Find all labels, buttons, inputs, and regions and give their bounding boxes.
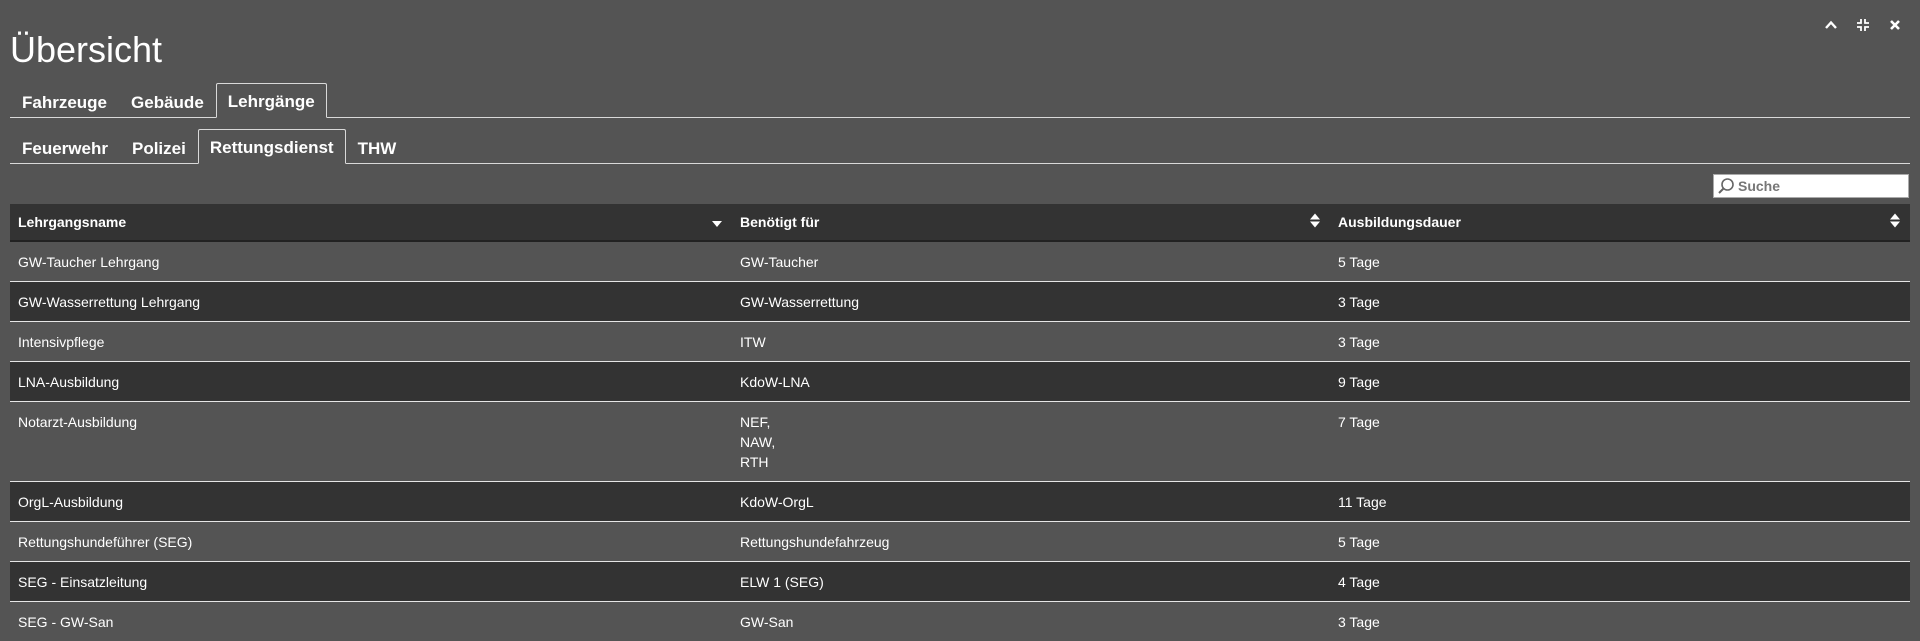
cell-name: LNA-Ausbildung [10,362,732,402]
courses-table: Lehrgangsname Benötigt für Ausbildungsda… [10,204,1910,641]
table-row: LNA-Ausbildung KdoW-LNA 9 Tage [10,362,1910,402]
cell-name: GW-Wasserrettung Lehrgang [10,282,732,322]
cell-name: Intensivpflege [10,322,732,362]
cell-duration: 3 Tage [1330,282,1910,322]
cell-name: GW-Taucher Lehrgang [10,241,732,282]
cell-needed-for: NEF, NAW, RTH [732,402,1330,482]
table-row: GW-Taucher Lehrgang GW-Taucher 5 Tage [10,241,1910,282]
cell-duration: 4 Tage [1330,562,1910,602]
search-box [1713,174,1909,198]
cell-needed-for: GW-Taucher [732,241,1330,282]
table-header-row: Lehrgangsname Benötigt für Ausbildungsda… [10,204,1910,241]
sort-desc-icon [712,214,722,230]
search-icon [1717,177,1735,195]
table-row: Rettungshundeführer (SEG) Rettungshundef… [10,522,1910,562]
tab-rettungsdienst[interactable]: Rettungsdienst [198,129,346,164]
table-row: Notarzt-Ausbildung NEF, NAW, RTH 7 Tage [10,402,1910,482]
cell-needed-for: Rettungshundefahrzeug [732,522,1330,562]
table-row: Intensivpflege ITW 3 Tage [10,322,1910,362]
tab-fahrzeuge[interactable]: Fahrzeuge [10,85,119,118]
page-title: Übersicht [10,28,162,72]
sub-tabs: Feuerwehr Polizei Rettungsdienst THW [10,128,1910,164]
cell-needed-for: ITW [732,322,1330,362]
needed-for-item: RTH [740,452,1322,472]
cell-duration: 3 Tage [1330,602,1910,641]
cell-needed-for: GW-Wasserrettung [732,282,1330,322]
header-label: Ausbildungsdauer [1338,214,1461,230]
cell-name: Rettungshundeführer (SEG) [10,522,732,562]
sort-both-icon [1890,214,1900,231]
column-header-ausbildungsdauer[interactable]: Ausbildungsdauer [1330,204,1910,241]
table-row: OrgL-Ausbildung KdoW-OrgL 11 Tage [10,482,1910,522]
sort-both-icon [1310,214,1320,231]
tab-feuerwehr[interactable]: Feuerwehr [10,131,120,164]
cell-duration: 11 Tage [1330,482,1910,522]
table-row: SEG - GW-San GW-San 3 Tage [10,602,1910,641]
needed-for-item: NEF, [740,412,1322,432]
cell-needed-for: KdoW-LNA [732,362,1330,402]
cell-needed-for: GW-San [732,602,1330,641]
tab-polizei[interactable]: Polizei [120,131,198,164]
tab-thw[interactable]: THW [346,131,409,164]
column-header-benoetigt-fuer[interactable]: Benötigt für [732,204,1330,241]
cell-name: Notarzt-Ausbildung [10,402,732,482]
cell-duration: 9 Tage [1330,362,1910,402]
search-input[interactable] [1735,177,1900,195]
compress-icon[interactable] [1854,16,1872,34]
cell-name: SEG - Einsatzleitung [10,562,732,602]
cell-duration: 5 Tage [1330,241,1910,282]
tab-lehrgaenge[interactable]: Lehrgänge [216,83,327,118]
tab-gebaeude[interactable]: Gebäude [119,85,216,118]
cell-name: OrgL-Ausbildung [10,482,732,522]
cell-duration: 7 Tage [1330,402,1910,482]
chevron-up-icon[interactable] [1822,16,1840,34]
cell-needed-for: KdoW-OrgL [732,482,1330,522]
cell-name: SEG - GW-San [10,602,732,641]
header-label: Lehrgangsname [18,214,126,230]
main-tabs: Fahrzeuge Gebäude Lehrgänge [10,81,1910,118]
window-controls [1822,16,1904,34]
cell-needed-for: ELW 1 (SEG) [732,562,1330,602]
table-row: GW-Wasserrettung Lehrgang GW-Wasserrettu… [10,282,1910,322]
table-row: SEG - Einsatzleitung ELW 1 (SEG) 4 Tage [10,562,1910,602]
cell-duration: 5 Tage [1330,522,1910,562]
header-label: Benötigt für [740,214,819,230]
close-icon[interactable] [1886,16,1904,34]
column-header-lehrgangsname[interactable]: Lehrgangsname [10,204,732,241]
needed-for-item: NAW, [740,432,1322,452]
cell-duration: 3 Tage [1330,322,1910,362]
